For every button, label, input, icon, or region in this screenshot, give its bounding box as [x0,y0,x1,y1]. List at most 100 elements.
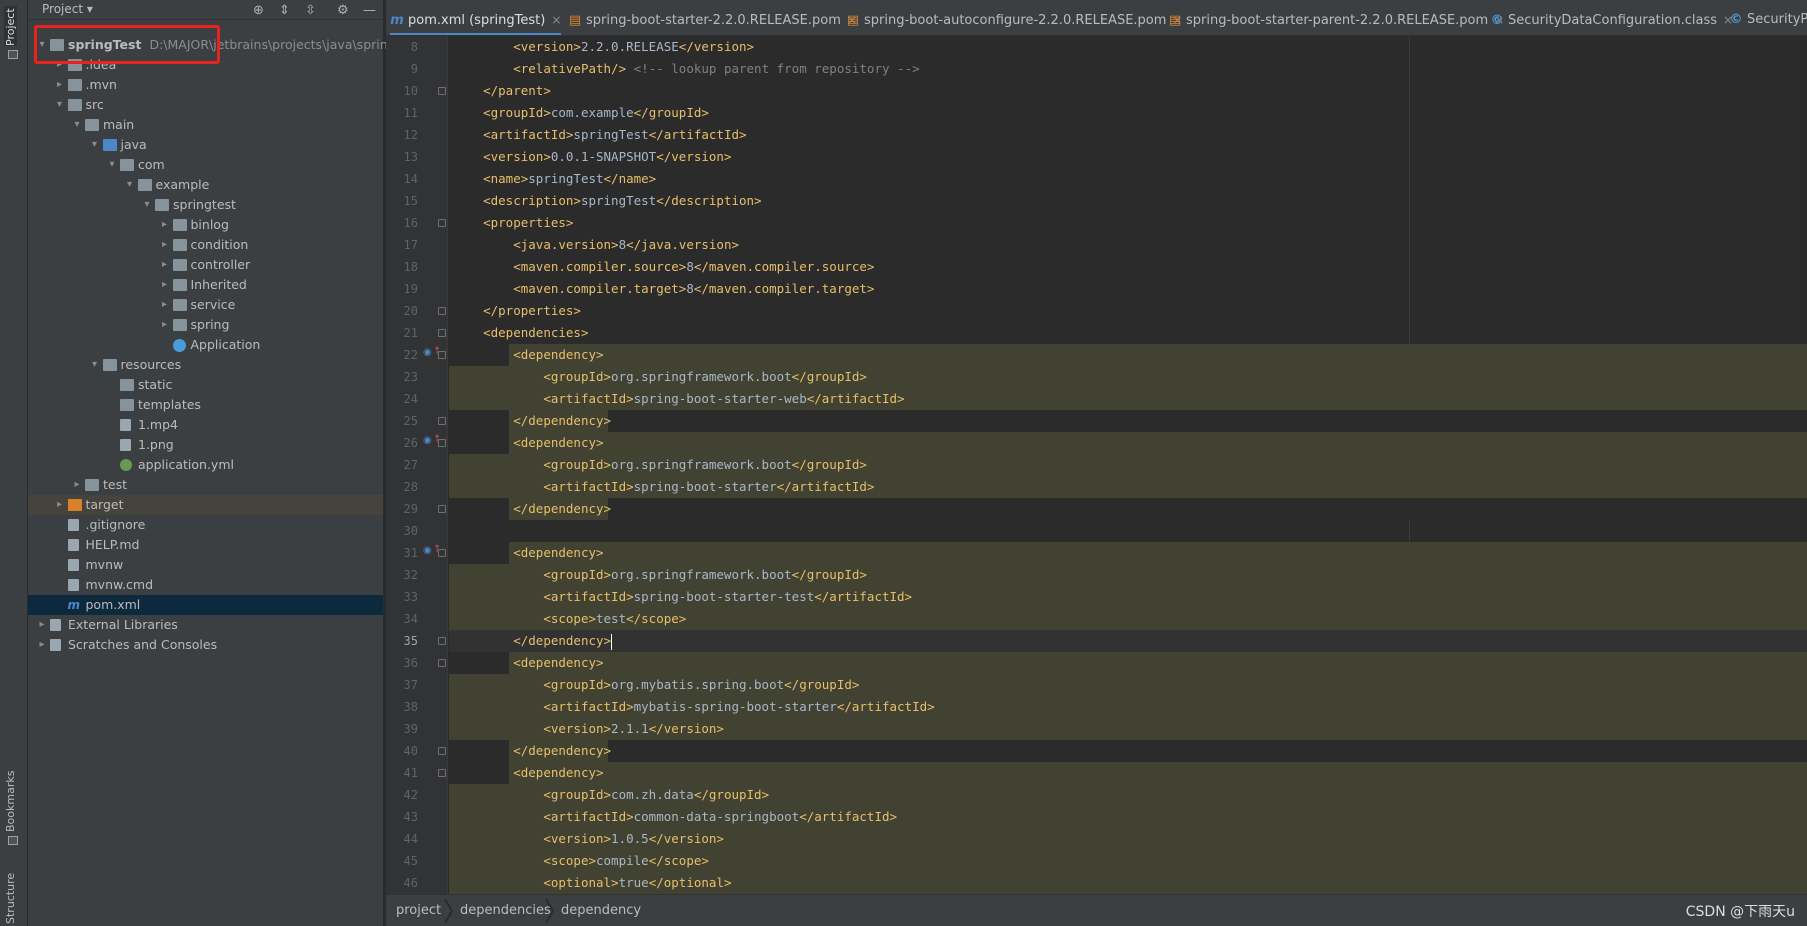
fold-marker-icon[interactable] [438,417,446,425]
tree-item-label: External Libraries [68,615,178,635]
tree-item[interactable]: ▸ binlog [28,215,383,235]
tree-item[interactable]: templates [28,395,383,415]
pom-icon: ▤ [846,13,860,28]
collapse-all-icon[interactable]: ⇳ [305,3,316,18]
fold-marker-icon[interactable] [438,505,446,513]
bean-gutter-icon[interactable]: ◉ [423,435,432,446]
tree-item-text: .mvn [85,77,117,92]
chevron-down-icon[interactable]: ▾ [71,115,83,135]
fold-marker-icon[interactable] [438,219,446,227]
tree-item[interactable]: ▾ example [28,175,383,195]
code-line-text: <version>2.1.1</version> [543,721,724,736]
breadcrumb-item[interactable]: project [396,901,441,921]
dependency-highlight [600,652,1807,674]
chevron-right-icon[interactable]: ▸ [159,315,171,335]
tree-item[interactable]: ▾ springtest [28,195,383,215]
chevron-down-icon[interactable]: ▾ [89,135,101,155]
tree-item[interactable]: ▸ test [28,475,383,495]
fold-marker-icon[interactable] [438,307,446,315]
tree-item[interactable]: ▸ spring [28,315,383,335]
scratches-icon [50,639,61,651]
chevron-down-icon[interactable]: ▾ [124,175,136,195]
code-line: <version>1.0.5</version> [449,828,724,850]
bean-gutter-icon[interactable]: ◉ [423,545,432,556]
locate-icon[interactable]: ⊕ [253,3,264,18]
chevron-down-icon[interactable]: ▾ [141,195,153,215]
tree-item[interactable]: application.yml [28,455,383,475]
tree-item[interactable]: ▾ java [28,135,383,155]
chevron-right-icon[interactable]: ▸ [159,295,171,315]
breadcrumb-item[interactable]: dependency [561,901,641,921]
chevron-right-icon[interactable]: ▸ [36,635,48,655]
line-number: 33 [403,590,418,604]
editor-tab[interactable]: ▤ spring-boot-autoconfigure-2.2.0.RELEASE… [846,0,1183,35]
project-view-selector[interactable]: Project ▾ [42,2,93,16]
chevron-right-icon[interactable]: ▸ [54,495,66,515]
navigate-up-icon[interactable]: ↑ [433,544,441,555]
chevron-right-icon[interactable]: ▸ [159,275,171,295]
fold-marker-icon[interactable] [438,659,446,667]
fold-marker-icon[interactable] [438,637,446,645]
tree-item[interactable]: ▾ com [28,155,383,175]
tree-item[interactable]: ▾ src [28,95,383,115]
chevron-right-icon[interactable]: ▸ [36,615,48,635]
tree-item[interactable]: ▸ Scratches and Consoles [28,635,383,655]
tree-item[interactable]: Application [28,335,383,355]
tree-item[interactable]: ▸ External Libraries [28,615,383,635]
tree-item-label: HELP.md [86,535,140,555]
chevron-right-icon[interactable]: ▸ [159,215,171,235]
fold-marker-icon[interactable] [438,747,446,755]
chevron-right-icon[interactable]: ▸ [54,75,66,95]
chevron-right-icon[interactable]: ▸ [159,255,171,275]
code-line-text: <maven.compiler.source>8</maven.compiler… [513,259,875,274]
fold-marker-icon[interactable] [438,329,446,337]
minimize-icon[interactable]: — [363,3,376,18]
tree-item[interactable]: ▸ controller [28,255,383,275]
tree-item[interactable]: static [28,375,383,395]
tree-item[interactable]: .gitignore [28,515,383,535]
editor-tab[interactable]: © SecurityPro [1729,0,1807,35]
editor-tab[interactable]: ▤ spring-boot-starter-parent-2.2.0.RELEAS… [1168,0,1504,35]
tree-item[interactable]: mvnw.cmd [28,575,383,595]
line-number: 27 [403,458,418,472]
breadcrumb-item[interactable]: dependencies [460,901,551,921]
navigate-up-icon[interactable]: ↑ [433,434,441,445]
bean-gutter-icon[interactable]: ◉ [423,347,432,358]
tree-item[interactable]: m pom.xml [28,595,383,615]
line-number: 18 [403,260,418,274]
tab-structure[interactable]: Structure [4,866,17,924]
fold-marker-icon[interactable] [438,769,446,777]
tree-item[interactable]: HELP.md [28,535,383,555]
code-editor[interactable]: <version>2.2.0.RELEASE</version> <relati… [449,36,1807,894]
editor-tab[interactable]: © SecurityDataConfiguration.class × [1490,0,1734,35]
tree-item[interactable]: ▾ main [28,115,383,135]
chevron-right-icon[interactable]: ▸ [71,475,83,495]
expand-all-icon[interactable]: ⇕ [279,3,290,18]
tree-item[interactable]: 1.mp4 [28,415,383,435]
editor-tab[interactable]: ▤ spring-boot-starter-2.2.0.RELEASE.pom × [568,0,857,35]
tree-item[interactable]: ▸ .mvn [28,75,383,95]
code-line-text: <artifactId>spring-boot-starter</artifac… [543,479,875,494]
tree-item[interactable]: ▾ resources [28,355,383,375]
fold-marker-icon[interactable] [438,87,446,95]
chevron-down-icon[interactable]: ▾ [54,95,66,115]
editor-tab-label: pom.xml (springTest) [408,13,546,28]
tab-bookmarks[interactable]: Bookmarks [4,770,17,832]
chevron-right-icon[interactable]: ▸ [159,235,171,255]
tree-item[interactable]: ▸ target [28,495,383,515]
chevron-down-icon[interactable]: ▾ [106,155,118,175]
tree-item[interactable]: ▸ Inherited [28,275,383,295]
code-line: <scope>compile</scope> [449,850,709,872]
navigate-up-icon[interactable]: ↑ [433,346,441,357]
close-icon[interactable]: × [551,13,561,27]
editor-tab[interactable]: m pom.xml (springTest) × [390,0,562,35]
tree-item-label: mvnw [86,555,124,575]
tree-item[interactable]: ▸ service [28,295,383,315]
gear-icon[interactable]: ⚙ [337,3,349,18]
tab-project[interactable]: Project [4,6,17,46]
tree-item[interactable]: ▸ condition [28,235,383,255]
tree-item[interactable]: mvnw [28,555,383,575]
chevron-down-icon[interactable]: ▾ [89,355,101,375]
tree-item[interactable]: 1.png [28,435,383,455]
code-line: <maven.compiler.target>8</maven.compiler… [449,278,874,300]
